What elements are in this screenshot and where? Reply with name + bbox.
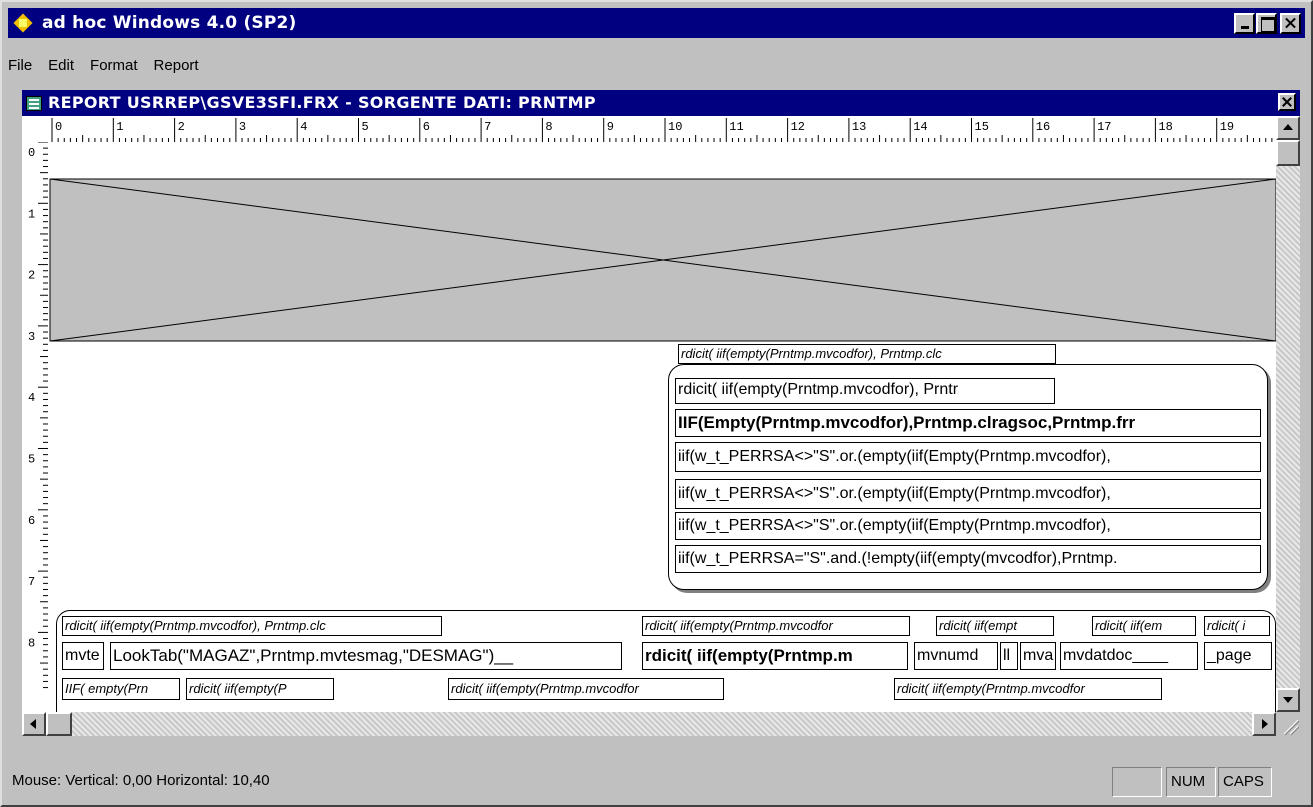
- vertical-scrollbar[interactable]: [1276, 116, 1300, 712]
- ruler-label: 18: [1158, 120, 1172, 134]
- menu-bar: File Edit Format Report: [8, 57, 205, 81]
- horizontal-ruler-ticks: 0 1 2 3 4 5 6 7 8 9 10 11 12 13 14 15 16 17 18 19: [51, 118, 1273, 142]
- ruler-label: 0: [28, 146, 35, 160]
- caps-lock-indicator: CAPS: [1218, 767, 1272, 797]
- ruler-label: 8: [28, 636, 35, 650]
- scroll-right-button[interactable]: [1252, 712, 1276, 736]
- ruler-label: 19: [1220, 120, 1234, 134]
- report-close-button[interactable]: [1278, 93, 1296, 111]
- field-row2-b[interactable]: LookTab("MAGAZ",Prntmp.mvtesmag,"DESMAG"…: [110, 642, 622, 670]
- ruler-label: 13: [852, 120, 866, 134]
- field-box4[interactable]: iif(w_t_PERRSA<>"S".or.(empty(iif(Empty(…: [675, 479, 1261, 509]
- ruler-label: 11: [729, 120, 743, 134]
- ruler-label: 8: [545, 120, 552, 134]
- vertical-scroll-thumb[interactable]: [1276, 140, 1300, 166]
- status-pane-empty: [1112, 767, 1162, 797]
- report-title: REPORT USRREP\GSVE3SFI.FRX - SORGENTE DA…: [48, 93, 596, 112]
- field-row3-a[interactable]: IIF( empty(Prn: [62, 678, 180, 700]
- field-row1-b[interactable]: rdicit( iif(empty(Prntmp.mvcodfor: [642, 616, 910, 636]
- status-bar: Mouse: Vertical: 0,00 Horizontal: 10,40 …: [8, 762, 1305, 802]
- ruler-label: 16: [1036, 120, 1050, 134]
- field-row3-b[interactable]: rdicit( iif(empty(P: [186, 678, 334, 700]
- field-row2-g[interactable]: mvdatdoc____: [1060, 642, 1198, 670]
- ruler-label: 2: [178, 120, 185, 134]
- title-bar[interactable]: ad hoc Windows 4.0 (SP2): [8, 8, 1305, 38]
- app-title: ad hoc Windows 4.0 (SP2): [42, 13, 297, 33]
- resize-grip[interactable]: [1276, 712, 1300, 736]
- field-box6[interactable]: iif(w_t_PERRSA="S".and.(!empty(iif(empty…: [675, 545, 1261, 573]
- ruler-label: 6: [28, 514, 35, 528]
- horizontal-scroll-thumb[interactable]: [46, 712, 72, 736]
- ruler-label: 0: [55, 120, 62, 134]
- field-row2-e[interactable]: ll: [1000, 642, 1018, 670]
- menu-edit[interactable]: Edit: [38, 57, 80, 81]
- ruler-label: 17: [1097, 120, 1111, 134]
- menu-file[interactable]: File: [8, 57, 38, 81]
- maximize-button[interactable]: [1256, 13, 1277, 34]
- vertical-ruler-ticks: 0 1 2 3 4 5 6 7 8: [28, 142, 48, 689]
- field-box5[interactable]: iif(w_t_PERRSA<>"S".or.(empty(iif(Empty(…: [675, 512, 1261, 540]
- field-row3-c[interactable]: rdicit( iif(empty(Prntmp.mvcodfor: [448, 678, 724, 700]
- scroll-down-button[interactable]: [1276, 688, 1300, 712]
- ruler-label: 3: [239, 120, 246, 134]
- report-icon[interactable]: [26, 96, 42, 111]
- ruler-label: 3: [28, 330, 35, 344]
- ruler-label: 4: [300, 120, 307, 134]
- minimize-button[interactable]: [1234, 13, 1255, 34]
- ruler-label: 5: [28, 453, 35, 467]
- field-row1-d[interactable]: rdicit( iif(em: [1092, 616, 1196, 636]
- field-header-caption[interactable]: rdicit( iif(empty(Prntmp.mvcodfor), Prnt…: [678, 344, 1056, 364]
- ruler-label: 15: [975, 120, 989, 134]
- field-box3[interactable]: iif(w_t_PERRSA<>"S".or.(empty(iif(Empty(…: [675, 442, 1261, 472]
- ruler-label: 12: [791, 120, 805, 134]
- menu-format[interactable]: Format: [80, 57, 144, 81]
- ruler-label: 14: [913, 120, 927, 134]
- field-row2-d[interactable]: mvnumd: [914, 642, 998, 670]
- field-box1[interactable]: rdicit( iif(empty(Prntmp.mvcodfor), Prnt…: [675, 378, 1055, 404]
- resize-grip-icon: [1283, 719, 1300, 736]
- ruler-label: 1: [28, 207, 35, 221]
- num-lock-indicator: NUM: [1166, 767, 1216, 797]
- report-canvas[interactable]: rdicit( iif(empty(Prntmp.mvcodfor), Prnt…: [48, 142, 1276, 712]
- menu-report[interactable]: Report: [144, 57, 205, 81]
- field-row2-c[interactable]: rdicit( iif(empty(Prntmp.m: [642, 642, 908, 670]
- report-title-bar[interactable]: REPORT USRREP\GSVE3SFI.FRX - SORGENTE DA…: [22, 90, 1300, 116]
- ruler-label: 9: [607, 120, 614, 134]
- field-row2-a[interactable]: mvte: [62, 642, 104, 670]
- scroll-up-button[interactable]: [1276, 116, 1300, 140]
- field-row2-f[interactable]: mva: [1020, 642, 1056, 670]
- ruler-label: 4: [28, 391, 35, 405]
- vertical-ruler: 0 1 2 3 4 5 6 7 8: [22, 142, 48, 712]
- field-row2-h[interactable]: _page: [1204, 642, 1272, 670]
- field-row1-e[interactable]: rdicit( i: [1204, 616, 1270, 636]
- ruler-label: 10: [668, 120, 682, 134]
- horizontal-ruler: 0 1 2 3 4 5 6 7 8 9 10 11 12 13 14 15 16 17 18 19: [48, 116, 1276, 142]
- ruler-label: 7: [28, 575, 35, 589]
- ruler-label: 5: [362, 120, 369, 134]
- field-row1-a[interactable]: rdicit( iif(empty(Prntmp.mvcodfor), Prnt…: [62, 616, 442, 636]
- field-row3-d[interactable]: rdicit( iif(empty(Prntmp.mvcodfor: [894, 678, 1162, 700]
- ruler-label: 2: [28, 269, 35, 283]
- app-icon[interactable]: [12, 12, 34, 34]
- ruler-corner: [22, 116, 48, 142]
- ruler-label: 1: [116, 120, 123, 134]
- close-button[interactable]: [1280, 13, 1301, 34]
- scroll-left-button[interactable]: [22, 712, 46, 736]
- horizontal-scrollbar[interactable]: [22, 712, 1276, 736]
- ruler-label: 6: [423, 120, 430, 134]
- ruler-label: 7: [484, 120, 491, 134]
- app-window: ad hoc Windows 4.0 (SP2) File Edit Forma…: [0, 0, 1313, 807]
- mouse-position-status: Mouse: Vertical: 0,00 Horizontal: 10,40: [12, 772, 270, 789]
- field-row1-c[interactable]: rdicit( iif(empt: [936, 616, 1054, 636]
- report-designer-window: REPORT USRREP\GSVE3SFI.FRX - SORGENTE DA…: [22, 90, 1300, 744]
- field-box2[interactable]: IIF(Empty(Prntmp.mvcodfor),Prntmp.clrags…: [675, 409, 1261, 437]
